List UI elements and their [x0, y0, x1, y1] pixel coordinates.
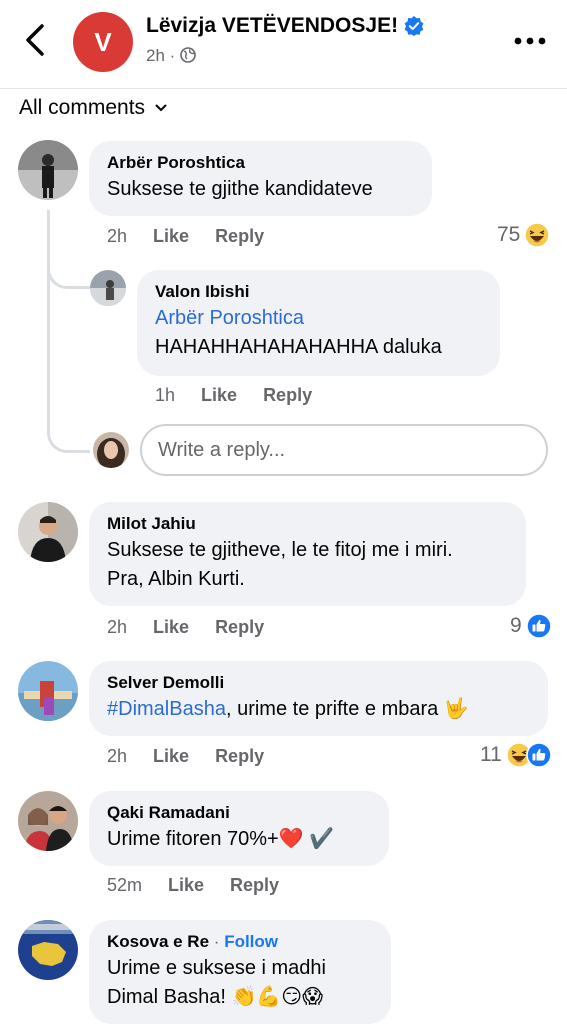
- like-button[interactable]: Like: [153, 617, 189, 637]
- comment-author[interactable]: Qaki Ramadani: [107, 801, 371, 825]
- avatar[interactable]: [18, 791, 78, 851]
- comment-author[interactable]: Arbër Poroshtica: [107, 151, 414, 175]
- like-button[interactable]: Like: [168, 875, 204, 895]
- meta-separator: ·: [169, 46, 176, 65]
- comment-actions: 2h Like Reply: [107, 746, 290, 767]
- comment-time: 52m: [107, 875, 143, 895]
- comment-author[interactable]: Valon Ibishi: [155, 280, 482, 304]
- comment-text-line: Suksese te gjitheve, le te fitoj me i mi…: [107, 539, 453, 561]
- comment-text-line: Pra, Albin Kurti.: [107, 568, 245, 590]
- reaction-count: 75: [497, 223, 521, 246]
- comment-time: 2h: [107, 617, 128, 637]
- comment-author[interactable]: Milot Jahiu: [107, 512, 508, 536]
- filter-label: All comments: [19, 96, 146, 119]
- avatar[interactable]: [18, 661, 78, 721]
- reply-button[interactable]: Reply: [215, 746, 264, 766]
- comment-time: 1h: [155, 385, 176, 405]
- comment-text: HAHAHHAHAHAHAHHA daluka: [155, 336, 442, 358]
- chevron-down-icon: [155, 104, 167, 112]
- follow-button[interactable]: Follow: [224, 932, 278, 951]
- comment-text: , urime te prifte e mbara 🤟: [225, 698, 469, 720]
- reaction-summary[interactable]: 75: [497, 222, 551, 248]
- like-reaction-icon: [526, 742, 552, 768]
- avatar[interactable]: [18, 502, 78, 562]
- reaction-count: 9: [510, 614, 522, 637]
- post-header: V Lëvizja VETËVENDOSJE! 2h ·: [0, 0, 567, 89]
- post-meta: 2h ·: [146, 46, 196, 66]
- back-arrow-icon[interactable]: [20, 22, 52, 58]
- comment-text-line: Urime e suksese i madhi: [107, 957, 326, 979]
- comment-author[interactable]: Selver Demolli: [107, 671, 530, 695]
- comment-text: Suksese te gjithe kandidateve: [107, 178, 373, 200]
- comment-actions: 2h Like Reply: [107, 617, 290, 638]
- comment-text: Urime fitoren 70%+❤️ ✔️: [107, 828, 335, 850]
- comment-bubble[interactable]: Valon Ibishi Arbër Poroshtica HAHAHHAHAH…: [137, 270, 500, 376]
- like-button[interactable]: Like: [153, 226, 189, 246]
- reply-button[interactable]: Reply: [215, 617, 264, 637]
- reaction-count: 11: [480, 743, 502, 766]
- avatar[interactable]: [18, 140, 78, 200]
- comment-actions: 2h Like Reply: [107, 226, 290, 247]
- globe-icon: [180, 47, 196, 63]
- comment-text-line: Dimal Basha! 👏💪😏😱: [107, 986, 323, 1008]
- comment-bubble[interactable]: Selver Demolli #DimalBasha, urime te pri…: [89, 661, 548, 736]
- comment-actions: 1h Like Reply: [155, 385, 338, 406]
- comment-bubble[interactable]: Kosova e Re · Follow Urime e suksese i m…: [89, 920, 391, 1024]
- comment-bubble[interactable]: Qaki Ramadani Urime fitoren 70%+❤️ ✔️: [89, 791, 389, 866]
- avatar-letter: V: [94, 26, 112, 57]
- hashtag-link[interactable]: #DimalBasha: [107, 698, 226, 720]
- thread-connector: [47, 210, 90, 289]
- reply-button[interactable]: Reply: [230, 875, 279, 895]
- post-time: 2h: [146, 46, 165, 65]
- like-button[interactable]: Like: [201, 385, 237, 405]
- comment-actions: 52m Like Reply: [107, 875, 305, 896]
- page-name-text: Lëvizja VETËVENDOSJE!: [146, 14, 399, 37]
- haha-reaction-icon: [524, 222, 551, 248]
- like-reaction-icon: [525, 613, 552, 639]
- comment-bubble[interactable]: Milot Jahiu Suksese te gjitheve, le te f…: [89, 502, 526, 606]
- page-name[interactable]: Lëvizja VETËVENDOSJE!: [146, 14, 424, 38]
- comment-time: 2h: [107, 226, 128, 246]
- reaction-summary[interactable]: 9: [510, 613, 552, 639]
- reaction-summary[interactable]: 11: [480, 742, 552, 768]
- reply-input[interactable]: Write a reply...: [140, 424, 548, 476]
- more-options-icon[interactable]: [512, 34, 548, 48]
- verified-badge-icon: [404, 16, 424, 37]
- comment-mention[interactable]: Arbër Poroshtica: [155, 304, 482, 333]
- comment-time: 2h: [107, 746, 128, 766]
- comment-author-row: Kosova e Re · Follow: [107, 930, 373, 954]
- comment-text-row: #DimalBasha, urime te prifte e mbara 🤟: [107, 695, 530, 724]
- current-user-avatar: [93, 432, 129, 468]
- reply-button[interactable]: Reply: [215, 226, 264, 246]
- avatar[interactable]: [18, 920, 78, 980]
- page-avatar[interactable]: V: [73, 12, 133, 72]
- comments-filter-dropdown[interactable]: All comments: [19, 96, 167, 120]
- like-button[interactable]: Like: [153, 746, 189, 766]
- reply-placeholder: Write a reply...: [158, 438, 286, 461]
- reply-button[interactable]: Reply: [263, 385, 312, 405]
- comment-author[interactable]: Kosova e Re: [107, 932, 209, 951]
- comment-bubble[interactable]: Arbër Poroshtica Suksese te gjithe kandi…: [89, 141, 432, 216]
- author-separator: ·: [213, 932, 220, 951]
- avatar[interactable]: [90, 270, 126, 306]
